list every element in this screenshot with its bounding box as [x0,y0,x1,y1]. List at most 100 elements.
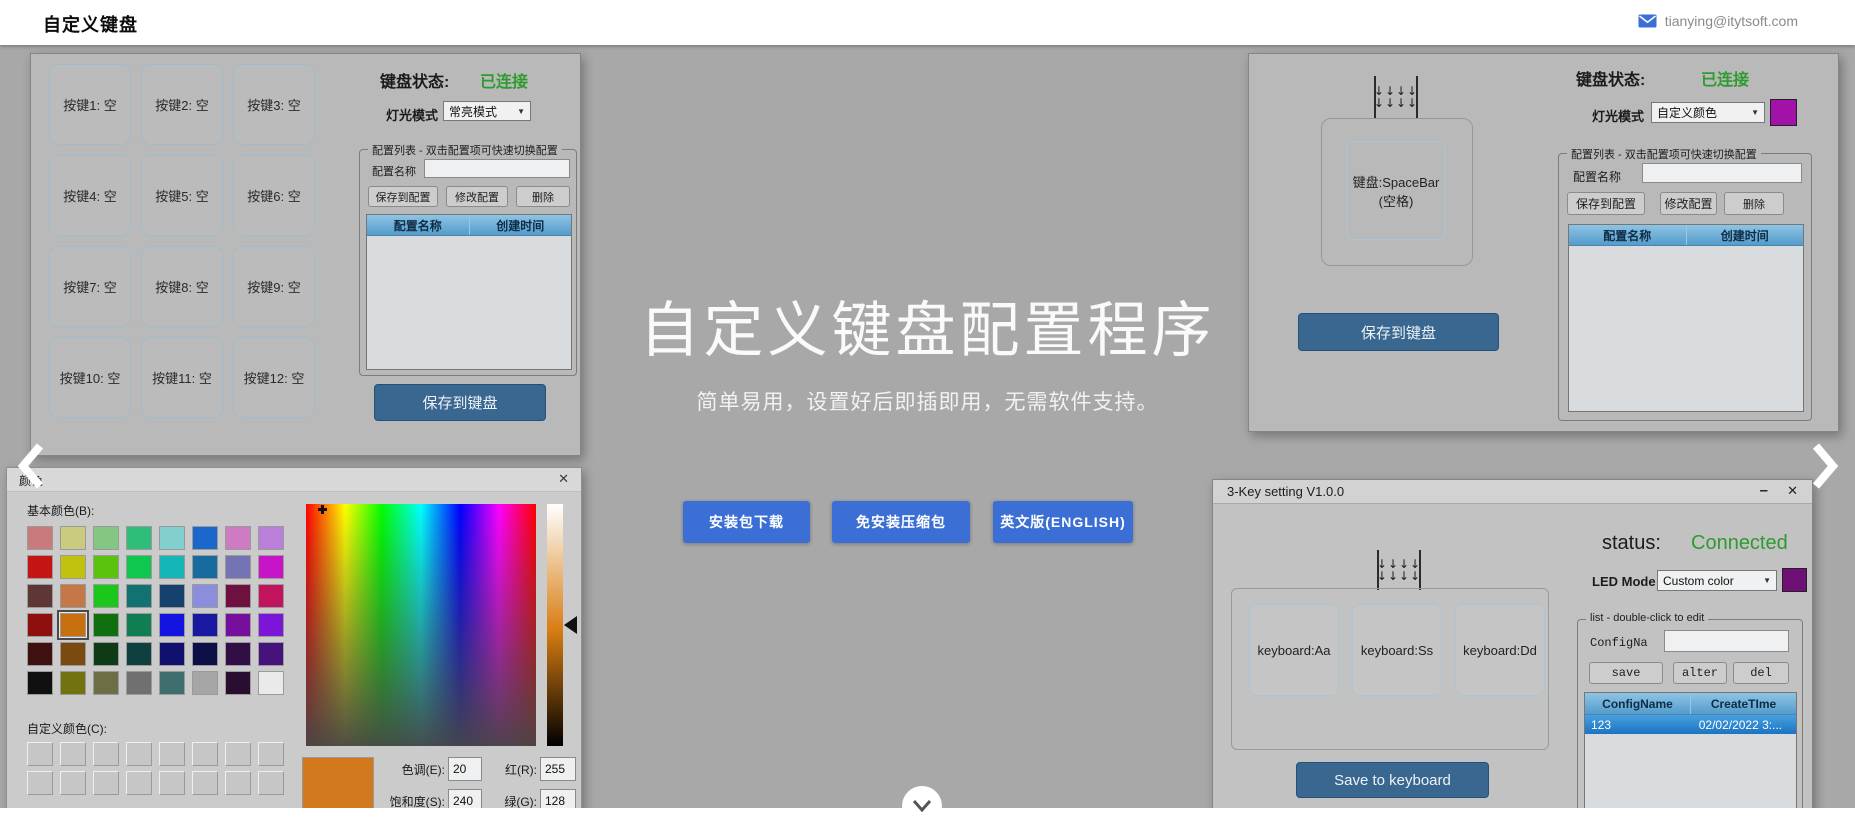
color-swatch [126,555,152,579]
spacebar-key: 键盘:SpaceBar (空格) [1346,141,1446,240]
color-swatch [60,555,86,579]
color-swatch [258,584,284,608]
col-create-time: 创建时间 [1686,225,1804,245]
led-color-swatch [1770,99,1797,126]
minimize-icon: – [1760,482,1768,499]
color-swatch [192,526,218,550]
color-swatch [192,613,218,637]
led-mode-dropdown: Custom color ▼ [1657,570,1777,591]
alter-config-button: alter [1673,662,1727,684]
status-value: 已连接 [1701,66,1749,90]
close-icon: ✕ [1787,483,1798,499]
custom-color-slot [60,742,86,766]
config-list-group: list - double-click to edit ConfigNa sav… [1577,619,1803,808]
config-table-header: 配置名称 创建时间 [1569,225,1803,246]
caret-down-icon: ▼ [517,107,525,116]
color-swatch [27,642,53,666]
col-create-time: CreateTIme [1690,693,1796,714]
custom-color-slot [192,742,218,766]
color-swatch [225,671,251,695]
color-swatch [192,555,218,579]
custom-color-slot [258,771,284,795]
col-create-time: 创建时间 [469,215,572,235]
color-swatch [126,642,152,666]
spacebar-key-line1: 键盘:SpaceBar [1353,172,1440,191]
color-swatch [126,613,152,637]
color-swatch [225,526,251,550]
save-to-keyboard-button: Save to keyboard [1296,762,1489,798]
custom-color-grid [27,742,284,795]
key-button: 按键2: 空 [141,64,223,145]
custom-color-slot [192,771,218,795]
window-titlebar: 3-Key setting V1.0.0 – ✕ [1213,480,1812,504]
key-button: 按键6: 空 [233,155,315,236]
table-row: 12302/02/2022 3:... [1585,715,1796,734]
color-swatch [93,526,119,550]
light-mode-label: 灯光模式 [1592,106,1644,125]
config-table-header: ConfigName CreateTIme [1585,693,1796,715]
light-mode-value: 自定义颜色 [1657,104,1717,121]
key-grid-3: keyboard:Aakeyboard:Sskeyboard:Dd [1249,604,1545,696]
color-swatch [27,613,53,637]
config-group-title: list - double-click to edit [1586,612,1708,624]
screenshot-color-dialog: 颜色 ✕ 基本颜色(B): 自定义颜色(C): 色调(E):20红(R):255… [6,467,582,808]
carousel-next-button[interactable] [1808,440,1842,492]
contact-email-text: tianying@itytsoft.com [1665,13,1798,29]
led-mode-value: Custom color [1663,574,1734,588]
key-button: 按键5: 空 [141,155,223,236]
contact-email-link[interactable]: tianying@itytsoft.com [1638,13,1798,29]
color-swatch [60,584,86,608]
led-mode-label: LED Mode [1592,574,1656,589]
key-button: 按键3: 空 [233,64,315,145]
color-swatch [27,555,53,579]
color-swatch [258,671,284,695]
download-portable-button[interactable]: 免安装压缩包 [832,501,970,543]
field-value: 255 [540,757,576,781]
status-label: 键盘状态: [380,68,449,92]
color-fields: 色调(E):20红(R):255饱和度(S):240绿(G):128 [379,757,576,808]
color-swatch [159,526,185,550]
custom-color-slot [225,771,251,795]
color-swatch [60,526,86,550]
field-label: 绿(G): [485,793,537,809]
col-config-name: 配置名称 [1569,225,1686,245]
scroll-down-button[interactable] [902,786,942,823]
color-swatch [159,555,185,579]
screenshot-spacebar-window: ↓↓↓↓ ↓↓↓↓ 键盘:SpaceBar (空格) 保存到键盘 键盘状态: 已… [1248,53,1839,432]
config-table-header: 配置名称 创建时间 [367,215,571,236]
spacebar-key-line2: (空格) [1379,191,1414,210]
caret-down-icon: ▼ [1751,108,1759,117]
key-button: keyboard:Dd [1455,604,1545,696]
close-icon: ✕ [558,471,569,487]
basic-color-grid [27,526,284,695]
delete-config-button: del [1733,662,1789,684]
alter-config-button: 修改配置 [1660,192,1717,215]
config-group-title: 配置列表 - 双击配置项可快速切换配置 [1567,146,1761,162]
english-version-button[interactable]: 英文版(ENGLISH) [993,501,1133,543]
key-button: keyboard:Ss [1352,604,1442,696]
config-table-3key-body: 12302/02/2022 3:... [1585,715,1796,808]
custom-color-slot [159,742,185,766]
status-value: 已连接 [480,68,528,92]
prev-arrow-icon [14,440,48,492]
key-button: keyboard:Aa [1249,604,1339,696]
delete-config-button: 删除 [516,186,570,207]
col-config-name: ConfigName [1585,693,1690,714]
custom-colors-label: 自定义颜色(C): [27,720,107,737]
caret-down-icon: ▼ [1763,576,1771,585]
cable-arrows-icon: ↓↓↓↓ ↓↓↓↓ [1374,76,1418,118]
color-swatch [192,642,218,666]
color-swatch [159,671,185,695]
hero-title: 自定义键盘配置程序 [0,282,1855,369]
config-name-input [1642,163,1802,183]
field-label: 红(R): [485,761,537,778]
config-name-label: ConfigNa [1590,636,1648,650]
color-swatch [192,584,218,608]
config-name-label: 配置名称 [1573,168,1621,185]
color-swatch [93,613,119,637]
download-installer-button[interactable]: 安装包下载 [683,501,810,543]
luminance-bar [547,504,563,746]
custom-color-slot [126,742,152,766]
hero-carousel: 按键1: 空按键2: 空按键3: 空按键4: 空按键5: 空按键6: 空按键7:… [0,45,1855,808]
carousel-prev-button[interactable] [14,440,48,492]
